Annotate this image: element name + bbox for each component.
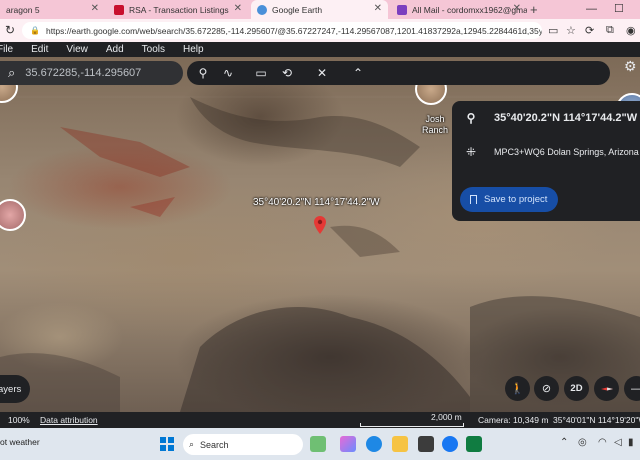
windows-start-icon[interactable] <box>160 437 174 451</box>
close-tab-icon[interactable]: ✕ <box>234 3 242 14</box>
close-tab-icon[interactable]: ✕ <box>374 3 382 14</box>
menu-tools[interactable]: Tools <box>142 44 165 55</box>
edge-browser-icon[interactable] <box>366 436 382 452</box>
data-attribution-link[interactable]: Data attribution <box>40 415 98 425</box>
reload-icon[interactable]: ↻ <box>5 23 15 37</box>
news-widget-icon[interactable] <box>310 436 326 452</box>
tab-rsa[interactable]: RSA - Transaction Listings ✕ <box>108 0 248 19</box>
map-toolbar: ⚲ ∿ ▭ ⟲ ✕ ⌃ <box>187 61 610 85</box>
tab-label: Google Earth <box>272 4 323 15</box>
google-earth-favicon-icon <box>257 4 267 15</box>
favorites-icon[interactable]: ☆ <box>566 24 576 37</box>
menu-add[interactable]: Add <box>106 44 124 55</box>
camera-altitude: Camera: 10,349 m <box>478 415 549 425</box>
rotate-view-icon[interactable]: ⊘ <box>534 376 559 401</box>
save-to-project-button[interactable]: Save to project <box>460 187 558 212</box>
plus-code-text: MPC3+WQ6 Dolan Springs, Arizona <box>494 147 639 157</box>
taskbar-search[interactable]: ⌕ Search <box>183 434 303 455</box>
tray-app-icon[interactable]: ◎ <box>578 437 587 448</box>
search-icon: ⌕ <box>189 439 195 449</box>
search-icon[interactable]: ⌕ <box>8 65 15 81</box>
plus-code-icon: ⁜ <box>465 145 477 159</box>
location-pin-icon[interactable]: ⚲ <box>195 65 211 81</box>
tab-aragon[interactable]: aragon 5 ✕ <box>0 0 105 19</box>
lock-icon: 🔒 <box>30 26 40 35</box>
app-menu-bar: File Edit View Add Tools Help <box>0 42 640 57</box>
browser-toolbar: ↻ 🔒 https://earth.google.com/web/search/… <box>0 19 640 42</box>
coordinates-text: 35°40'20.2"N 114°17'44.2"W <box>494 112 638 124</box>
menu-edit[interactable]: Edit <box>31 44 48 55</box>
tray-chevron-icon[interactable]: ⌃ <box>560 437 568 448</box>
zoom-level: 100% <box>8 415 30 425</box>
refresh-icon[interactable]: ⟳ <box>585 24 594 37</box>
place-label-line: Josh <box>425 114 445 124</box>
store-icon[interactable] <box>418 436 434 452</box>
rsa-favicon-icon <box>114 4 124 15</box>
tab-label: aragon 5 <box>6 4 40 15</box>
mail-favicon-icon <box>397 4 407 15</box>
save-label: Save to project <box>484 194 548 205</box>
menu-help[interactable]: Help <box>183 44 204 55</box>
weather-widget[interactable]: ot weather <box>0 437 40 447</box>
address-bar[interactable]: 🔒 https://earth.google.com/web/search/35… <box>22 22 542 39</box>
plus-code-row: ⁜ MPC3+WQ6 Dolan Springs, Arizona <box>462 145 639 159</box>
volume-icon[interactable]: ◁ <box>614 437 622 448</box>
street-view-pegman-icon[interactable]: 🚶 <box>505 376 530 401</box>
map-pin-icon[interactable] <box>314 216 326 234</box>
tab-mail[interactable]: All Mail - cordomxx1962@gmail.c ✕ <box>391 0 527 19</box>
location-pin-icon: ⚲ <box>466 111 476 125</box>
place-label-line: Ranch <box>422 125 449 135</box>
coordinates-row: ⚲ 35°40'20.2"N 114°17'44.2"W <box>462 111 638 125</box>
path-tool-icon[interactable]: ∿ <box>220 65 236 81</box>
measure-icon[interactable]: ▭ <box>253 65 269 81</box>
battery-icon[interactable]: ▮ <box>628 437 634 448</box>
pin-coordinate-label: 35°40'20.2"N 114°17'44.2"W <box>253 197 380 208</box>
history-icon[interactable]: ⟲ <box>279 65 295 81</box>
close-tab-icon[interactable]: ✕ <box>91 3 99 14</box>
location-info-card: ⚲ 35°40'20.2"N 114°17'44.2"W ⁜ MPC3+WQ6 … <box>452 101 640 221</box>
menu-file[interactable]: File <box>0 44 13 55</box>
tab-google-earth[interactable]: Google Earth ✕ <box>251 0 388 19</box>
bookmark-icon <box>470 195 477 204</box>
cursor-position: 35°40'01"N 114°19'20"W <box>553 415 640 425</box>
copilot-icon[interactable] <box>340 436 356 452</box>
maximize-icon[interactable]: ☐ <box>614 0 624 19</box>
wifi-icon[interactable]: ◠ <box>598 437 607 448</box>
excel-icon[interactable] <box>466 436 482 452</box>
place-label[interactable]: Josh Ranch <box>422 114 448 136</box>
settings-gear-icon[interactable]: ⚙ <box>624 58 637 75</box>
windows-taskbar: ot weather ⌕ Search ⌃ ◎ ◠ ◁ ▮ <box>0 428 640 460</box>
tab-label: All Mail - cordomxx1962@gmail.c <box>412 4 527 15</box>
url-text: https://earth.google.com/web/search/35.6… <box>45 25 542 36</box>
browser-tab-strip: aragon 5 ✕ RSA - Transaction Listings ✕ … <box>0 0 640 19</box>
profile-icon[interactable]: ◉ <box>626 24 636 37</box>
scale-bar <box>360 423 464 427</box>
collapse-chevron-icon[interactable]: ⌃ <box>350 65 366 81</box>
status-bar: 100% Data attribution 2,000 m Camera: 10… <box>0 412 640 428</box>
minimize-icon[interactable]: — <box>586 0 597 19</box>
taskbar-search-label: Search <box>200 439 229 450</box>
layers-button[interactable]: ayers <box>0 375 30 403</box>
facebook-icon[interactable] <box>442 436 458 452</box>
new-tab-button[interactable]: + <box>530 0 538 19</box>
search-bar: ⌕ <box>0 61 183 85</box>
search-input[interactable] <box>25 67 166 79</box>
compass-icon[interactable] <box>594 376 619 401</box>
split-view-icon[interactable]: ▭ <box>548 24 558 37</box>
toggle-2d-button[interactable]: 2D <box>564 376 589 401</box>
extensions-icon[interactable]: ⧉ <box>606 24 614 37</box>
close-tab-icon[interactable]: ✕ <box>513 3 521 14</box>
menu-view[interactable]: View <box>66 44 88 55</box>
tab-label: RSA - Transaction Listings <box>129 4 229 15</box>
tools-icon[interactable]: ✕ <box>314 65 330 81</box>
file-explorer-icon[interactable] <box>392 436 408 452</box>
scale-label: 2,000 m <box>431 412 462 422</box>
